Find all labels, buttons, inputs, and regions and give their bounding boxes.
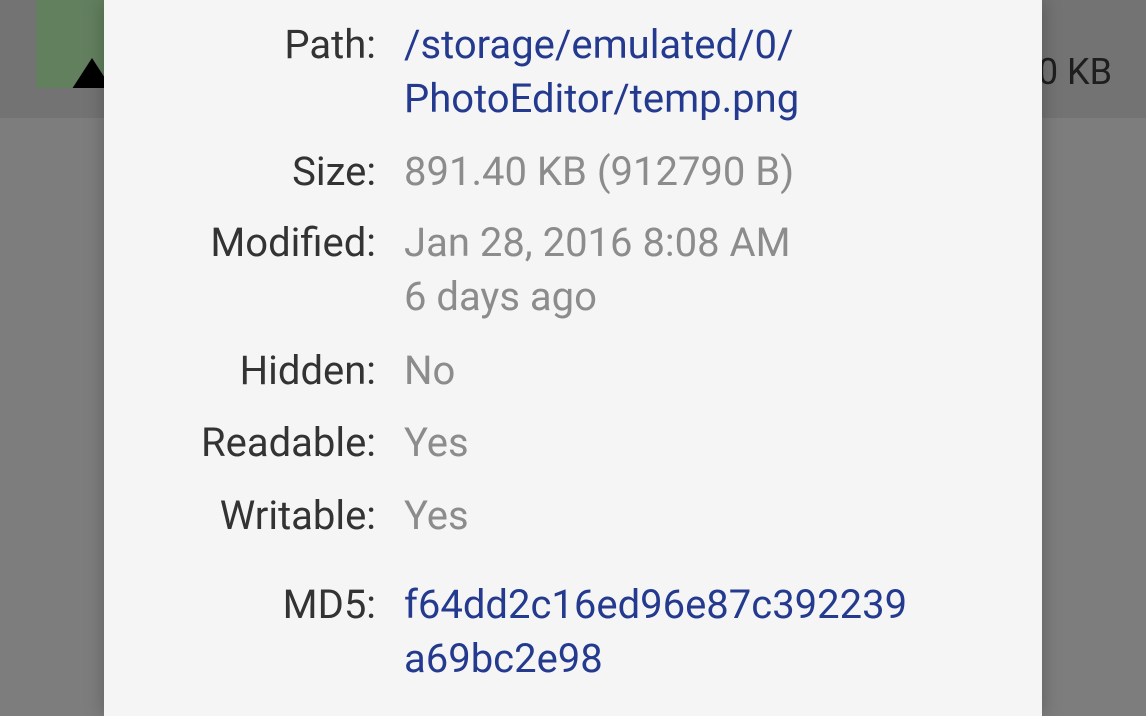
modified-date: Jan 28, 2016 8:08 AM <box>404 219 791 266</box>
md5-value-line-1: f64dd2c16ed96e87c392239 <box>404 581 908 628</box>
md5-value-line-2: a69bc2e98 <box>404 635 603 682</box>
path-value[interactable]: /storage/emulated/0/ PhotoEditor/temp.pn… <box>404 18 1024 126</box>
path-value-line-2: PhotoEditor/temp.png <box>404 75 800 122</box>
modified-label: Modified: <box>210 219 376 266</box>
path-value-line-1: /storage/emulated/0/ <box>404 21 794 68</box>
background-file-size: 0 KB <box>1037 51 1112 93</box>
modified-relative: 6 days ago <box>404 273 597 320</box>
hidden-value: No <box>404 347 456 394</box>
path-label: Path: <box>284 21 376 68</box>
md5-value[interactable]: f64dd2c16ed96e87c392239 a69bc2e98 <box>404 578 1024 686</box>
readable-label: Readable: <box>200 419 376 466</box>
file-properties-dialog: Path: /storage/emulated/0/ PhotoEditor/t… <box>104 0 1042 716</box>
writable-label: Writable: <box>219 492 376 539</box>
modified-value: Jan 28, 2016 8:08 AM 6 days ago <box>404 216 1024 324</box>
readable-value: Yes <box>404 419 469 466</box>
size-label: Size: <box>292 148 376 195</box>
md5-label: MD5: <box>282 581 376 628</box>
size-value: 891.40 KB (912790 B) <box>404 148 795 195</box>
hidden-label: Hidden: <box>239 347 376 394</box>
writable-value: Yes <box>404 492 469 539</box>
